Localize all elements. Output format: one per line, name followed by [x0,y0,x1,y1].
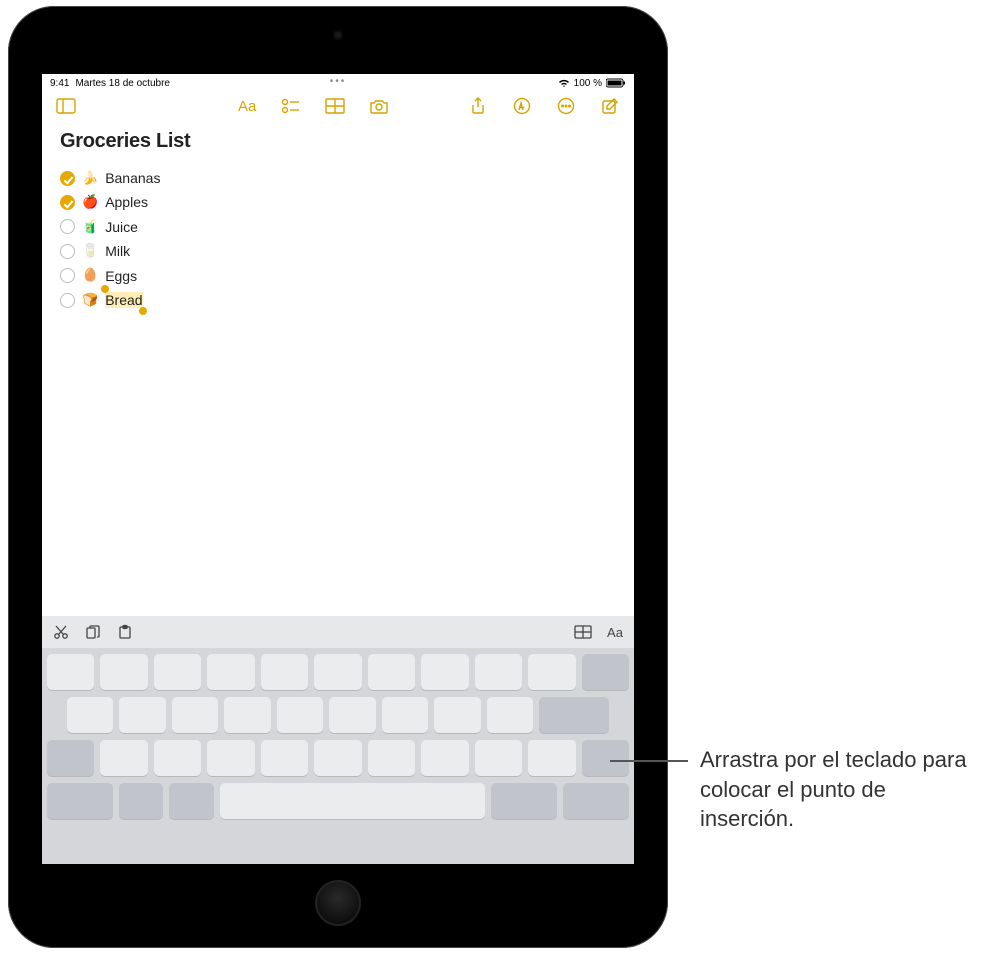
key-blank[interactable] [224,697,270,733]
key-blank[interactable] [528,740,575,776]
key-blank[interactable] [100,654,147,690]
sidebar-toggle-button[interactable] [52,94,80,118]
key-blank[interactable] [67,697,113,733]
key-blank[interactable] [382,697,428,733]
battery-text: 100 % [574,78,602,89]
key-blank[interactable] [47,654,94,690]
share-button[interactable] [464,94,492,118]
key-blank[interactable] [368,654,415,690]
key-blank[interactable] [434,697,480,733]
key-blank[interactable] [261,740,308,776]
checkbox-unchecked-icon[interactable] [60,244,75,259]
checklist-button[interactable] [277,94,305,118]
key-blank[interactable] [277,697,323,733]
check-item[interactable]: 🥚 Eggs [60,265,616,287]
key-numbers[interactable] [491,783,557,819]
key-blank[interactable] [487,697,533,733]
key-blank[interactable] [314,654,361,690]
notes-toolbar: Aa [42,90,634,122]
key-space[interactable] [220,783,485,819]
item-label[interactable]: Eggs [105,265,137,287]
check-item[interactable]: 🥛 Milk [60,240,616,262]
copy-icon[interactable] [84,623,102,641]
cut-icon[interactable] [52,623,70,641]
key-blank[interactable] [207,740,254,776]
annotation-text: Arrastra por el teclado para colocar el … [700,745,980,834]
key-mic[interactable] [169,783,213,819]
ipad-frame: 9:41 Martes 18 de octubre ••• 100 % [8,6,668,948]
checklist: 🍌 Bananas 🍎 Apples 🧃 Juice [60,167,616,311]
key-shift[interactable] [47,740,94,776]
table-button[interactable] [321,94,349,118]
key-blank[interactable] [207,654,254,690]
status-bar: 9:41 Martes 18 de octubre ••• 100 % [42,74,634,90]
item-label[interactable]: Bread [105,289,142,311]
item-emoji: 🍌 [82,168,98,189]
more-button[interactable] [552,94,580,118]
checkbox-checked-icon[interactable] [60,195,75,210]
battery-icon [606,78,626,88]
key-blank[interactable] [100,740,147,776]
item-emoji: 🥛 [82,241,98,262]
note-body[interactable]: Groceries List 🍌 Bananas 🍎 Apples � [42,122,634,311]
key-blank[interactable] [528,654,575,690]
camera-button[interactable] [365,94,393,118]
note-title[interactable]: Groceries List [60,130,616,153]
text-selection[interactable]: Bread [105,292,142,308]
key-blank[interactable] [154,654,201,690]
item-label[interactable]: Apples [105,191,148,213]
key-dismiss[interactable] [563,783,629,819]
key-globe[interactable] [119,783,163,819]
item-emoji: 🧃 [82,217,98,238]
check-item[interactable]: 🍌 Bananas [60,167,616,189]
keyboard-format-icon[interactable]: Aa [606,623,624,641]
key-blank[interactable] [475,740,522,776]
key-blank[interactable] [329,697,375,733]
check-item[interactable]: 🧃 Juice [60,216,616,238]
keyboard-trackpad[interactable]: Aa [42,616,634,864]
key-blank[interactable] [475,654,522,690]
item-label[interactable]: Bananas [105,167,160,189]
status-time: 9:41 [50,78,69,89]
compose-button[interactable] [596,94,624,118]
key-blank[interactable] [421,654,468,690]
keyboard-table-icon[interactable] [574,623,592,641]
key-return[interactable] [539,697,609,733]
item-label[interactable]: Milk [105,240,130,262]
key-backspace[interactable] [582,654,629,690]
item-emoji: 🥚 [82,265,98,286]
item-emoji: 🍎 [82,192,98,213]
callout-line [610,760,688,762]
markup-button[interactable] [508,94,536,118]
item-emoji: 🍞 [82,290,98,311]
status-date: Martes 18 de octubre [75,78,170,89]
wifi-icon [558,78,570,88]
keyboard-shortcut-bar: Aa [42,616,634,648]
key-blank[interactable] [261,654,308,690]
check-item[interactable]: 🍎 Apples [60,191,616,213]
checkbox-checked-icon[interactable] [60,171,75,186]
front-camera [333,30,343,40]
home-button[interactable] [315,880,361,926]
checkbox-unchecked-icon[interactable] [60,219,75,234]
checkbox-unchecked-icon[interactable] [60,293,75,308]
checkbox-unchecked-icon[interactable] [60,268,75,283]
keyboard-keys-dimmed[interactable] [42,648,634,864]
multitask-ellipsis-icon[interactable]: ••• [330,76,347,87]
paste-icon[interactable] [116,623,134,641]
key-blank[interactable] [119,697,165,733]
ipad-bezel: 9:41 Martes 18 de octubre ••• 100 % [12,10,664,944]
format-button[interactable]: Aa [233,94,261,118]
key-blank[interactable] [154,740,201,776]
item-label[interactable]: Juice [105,216,138,238]
key-blank[interactable] [172,697,218,733]
key-blank[interactable] [421,740,468,776]
key-blank[interactable] [314,740,361,776]
screen: 9:41 Martes 18 de octubre ••• 100 % [42,74,634,864]
key-numbers[interactable] [47,783,113,819]
key-blank[interactable] [368,740,415,776]
check-item[interactable]: 🍞 Bread [60,289,616,311]
selection-handle-icon[interactable] [139,307,147,315]
key-shift[interactable] [582,740,629,776]
